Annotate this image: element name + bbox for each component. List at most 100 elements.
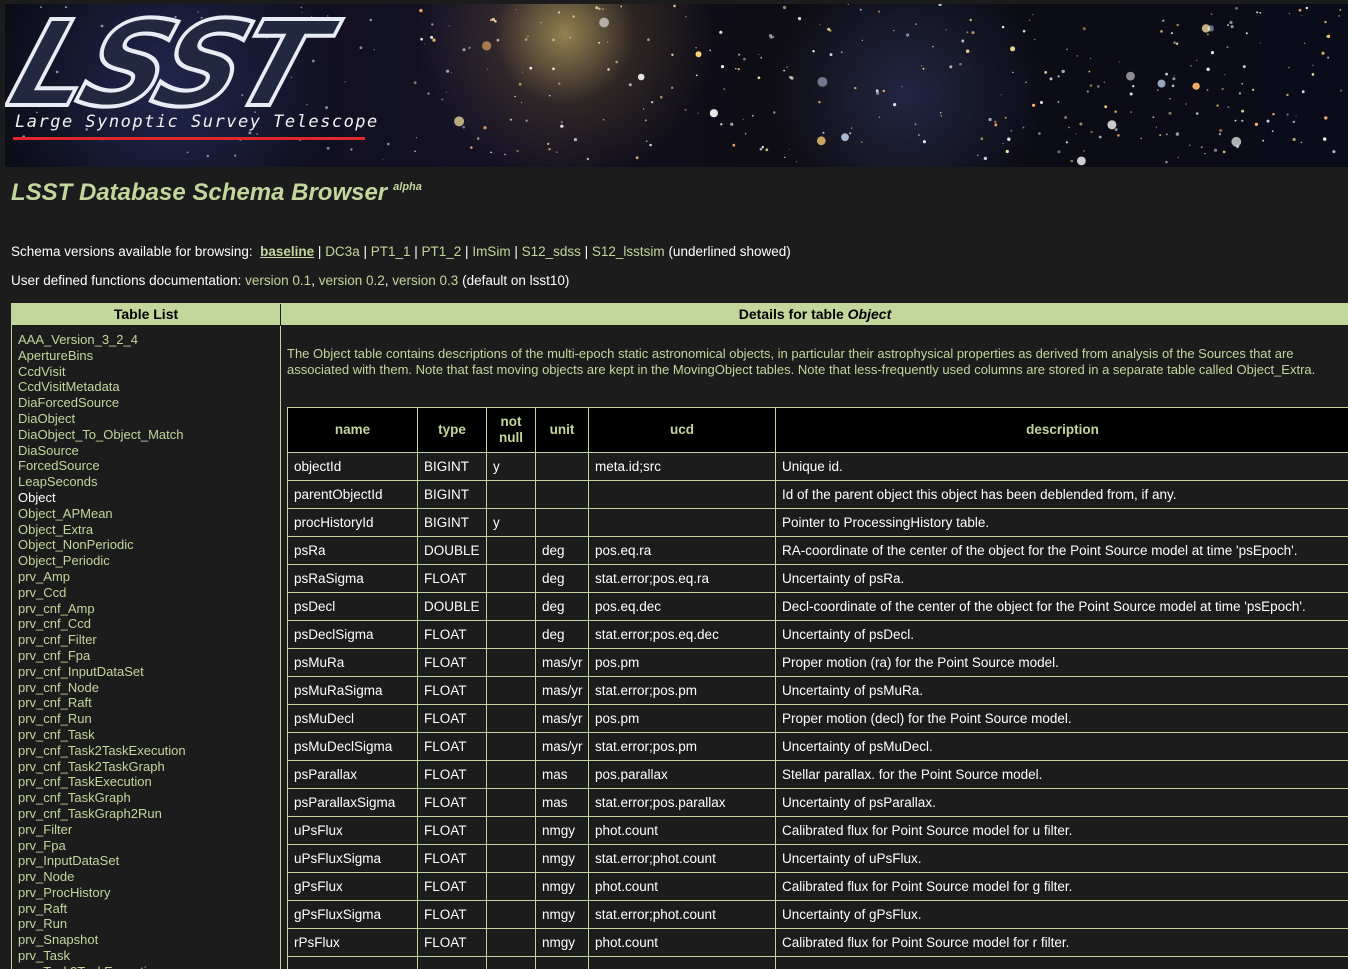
cell-ucd: stat.error;pos.parallax [588,788,776,817]
details-table-name: Object [847,306,892,322]
table-list-item[interactable]: prv_cnf_Run [18,711,280,727]
table-list-item[interactable]: DiaObject [18,411,280,427]
star-dot [816,136,826,146]
lsst-logo[interactable]: LSST [5,4,435,135]
star-dot [1188,144,1191,146]
col-header-unit: unit [535,407,589,453]
star-dot [525,119,528,122]
star-dot [529,66,533,70]
table-row: psDeclSigma FLOAT deg stat.error;pos.eq.dec… [287,620,1348,649]
table-list-item[interactable]: CcdVisitMetadata [18,379,280,395]
star-dot [1241,82,1243,85]
table-list-item[interactable]: prv_cnf_Ccd [18,616,280,632]
table-list-item[interactable]: ForcedSource [18,458,280,474]
schema-version-link[interactable]: PT1_1 [371,244,411,259]
cell-unit [535,508,589,537]
table-list-item[interactable]: prv_cnf_Task2TaskExecution [18,743,280,759]
star-dot [607,68,610,71]
table-list-item[interactable]: prv_Amp [18,569,280,585]
table-list-item[interactable]: LeapSeconds [18,474,280,490]
table-list-item[interactable]: Object_APMean [18,506,280,522]
table-list-item[interactable]: prv_cnf_Task [18,727,280,743]
table-list-item[interactable]: prv_cnf_Fpa [18,648,280,664]
table-list-item[interactable]: prv_InputDataSet [18,853,280,869]
table-list-item[interactable]: prv_cnf_Filter [18,632,280,648]
star-dot [939,111,942,114]
star-dot [730,122,734,126]
table-list-item[interactable]: AAA_Version_3_2_4 [18,332,280,348]
table-list-item[interactable]: prv_cnf_TaskExecution [18,774,280,790]
star-dot [850,127,853,129]
cell-name: psMuRaSigma [287,676,418,705]
table-list-item[interactable]: prv_cnf_TaskGraph2Run [18,806,280,822]
table-list-item[interactable]: prv_Fpa [18,838,280,854]
star-dot [649,143,652,147]
cell-unit: mas/yr [535,732,589,761]
star-dot [961,39,965,43]
schema-versions-label: Schema versions available for browsing: [11,244,253,259]
cell-unit: nmgy [535,844,589,873]
star-dot [1224,74,1226,76]
udf-version-link[interactable]: version 0.3 [392,273,458,288]
table-list-item[interactable]: prv_Node [18,869,280,885]
table-list-item[interactable]: prv_Snapshot [18,932,280,948]
schema-version-link[interactable]: ImSim [472,244,510,259]
table-list-item[interactable]: prv_ProcHistory [18,885,280,901]
table-list-item[interactable]: Object_Extra [18,522,280,538]
table-list-item[interactable]: prv_cnf_Task2TaskGraph [18,759,280,775]
star-dot [861,141,863,143]
schema-version-link[interactable]: PT1_2 [422,244,462,259]
table-list-item[interactable]: prv_Raft [18,901,280,917]
star-dot [1064,116,1067,119]
star-dot [1326,34,1331,38]
table-list-item[interactable]: Object_Periodic [18,553,280,569]
cell-unit [535,956,589,969]
table-list-item[interactable]: ApertureBins [18,348,280,364]
cell-notnull [486,816,536,845]
star-dot [1266,119,1270,123]
schema-version-link[interactable]: S12_sdss [522,244,581,259]
star-dot [601,8,604,11]
table-list-item[interactable]: prv_cnf_Raft [18,695,280,711]
table-list-item[interactable]: prv_cnf_InputDataSet [18,664,280,680]
star-dot [1340,89,1343,92]
table-list-item[interactable]: prv_cnf_Amp [18,601,280,617]
table-list-item[interactable]: prv_cnf_TaskGraph [18,790,280,806]
table-list-item[interactable]: DiaForcedSource [18,395,280,411]
star-dot [551,38,556,42]
star-dot [1140,137,1143,140]
table-list-item[interactable]: DiaObject_To_Object_Match [18,427,280,443]
star-dot [829,53,833,57]
link-separator: | [580,244,592,259]
star-dot [514,95,516,98]
star-dot [651,101,654,104]
star-dot [1200,146,1203,149]
schema-version-link[interactable]: baseline [260,244,314,259]
table-list-item[interactable]: prv_Ccd [18,585,280,601]
table-list-item[interactable]: prv_Task2TaskExecution [18,964,280,969]
star-dot [1286,113,1289,116]
logo-subtitle: Large Synoptic Survey Telescope [15,112,379,132]
star-dot [918,134,920,136]
table-list-item[interactable]: DiaSource [18,443,280,459]
table-list-item[interactable]: prv_Task [18,948,280,964]
star-dot [490,151,492,154]
cell-description: Calibrated flux for Point Source model f… [775,872,1348,901]
table-list-item[interactable]: Object [18,490,280,506]
table-list-item[interactable]: prv_Filter [18,822,280,838]
star-dot [921,65,923,67]
schema-versions-line: Schema versions available for browsing: … [11,244,791,259]
schema-version-link[interactable]: DC3a [325,244,360,259]
udf-version-link[interactable]: version 0.1 [245,273,311,288]
star-dot [1245,32,1248,35]
cell-ucd: pos.pm [588,648,776,677]
table-list-item[interactable]: prv_cnf_Node [18,680,280,696]
table-list-item[interactable]: CcdVisit [18,364,280,380]
schema-version-link[interactable]: S12_lsstsim [592,244,665,259]
star-dot [1206,67,1210,71]
table-list-item[interactable]: Object_NonPeriodic [18,537,280,553]
star-dot [743,57,746,61]
table-list-item[interactable]: prv_Run [18,916,280,932]
star-dot [1065,141,1068,144]
udf-version-link[interactable]: version 0.2 [319,273,385,288]
